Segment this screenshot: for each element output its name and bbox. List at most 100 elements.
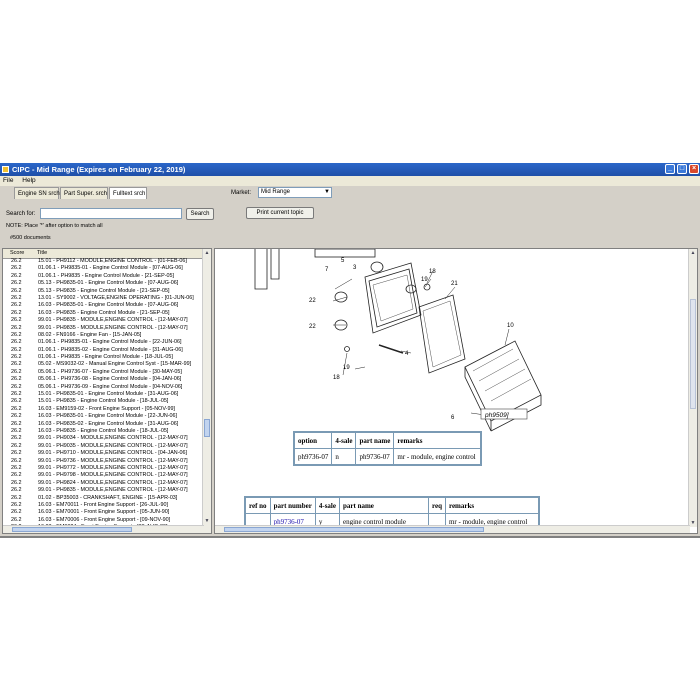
scroll-thumb[interactable] — [204, 419, 210, 437]
result-title: 01.02 - BP35003 - CRANKSHAFT, ENGINE - [… — [38, 494, 178, 501]
search-button[interactable]: Search — [186, 208, 214, 220]
scroll-up-icon[interactable]: ▲ — [203, 249, 211, 257]
list-item[interactable]: 26.2 16.03 - EM9159-02 - Front Engine Sup… — [3, 406, 202, 413]
minimize-button[interactable]: _ — [665, 164, 675, 174]
list-item[interactable]: 26.2 05.13 - PH9835 - Engine Control Modu… — [3, 288, 202, 295]
list-item[interactable]: 26.2 99.01 - PH9736 - MODULE,ENGINE CONTR… — [3, 458, 202, 465]
list-item[interactable]: 26.2 05.06.1 - PH9736-07 - Engine Control… — [3, 369, 202, 376]
list-item[interactable]: 26.2 01.06.1 - PH9835 - Engine Control Mo… — [3, 354, 202, 361]
list-item[interactable]: 26.2 99.01 - PH9824 - MODULE,ENGINE CONTR… — [3, 480, 202, 487]
callout-7: 7 — [325, 267, 329, 273]
print-topic-button[interactable]: Print current topic — [246, 207, 314, 219]
list-item[interactable]: 26.2 05.13 - PH9835-01 - Engine Control M… — [3, 280, 202, 287]
result-score: 26.2 — [11, 509, 22, 516]
list-item[interactable]: 26.2 15.01 - PH9835 - Engine Control Modu… — [3, 398, 202, 405]
result-score: 26.2 — [11, 383, 22, 390]
tab-part-super-search[interactable]: Part Super. srch — [60, 187, 108, 199]
result-title: 05.06.1 - PH9736-07 - Engine Control Mod… — [38, 368, 182, 375]
column-score[interactable]: Score — [10, 249, 24, 258]
bolt — [378, 344, 404, 354]
option-cell-remarks: mr - module, engine control — [393, 448, 482, 466]
result-title: 05.13 - PH9835 - Engine Control Module -… — [38, 287, 170, 294]
result-title: 05.02 - MS9032-02 - Manual Engine Contro… — [38, 361, 192, 368]
result-score: 26.2 — [11, 413, 22, 420]
parts-header-part-number: part number — [269, 496, 316, 514]
horizontal-scroll-thumb[interactable] — [12, 527, 132, 532]
option-table: option 4-sale part name remarks ph9736-0… — [293, 431, 483, 466]
module-frame-grid — [372, 274, 414, 322]
result-title: 16.03 - PH9835-02 - Engine Control Modul… — [38, 420, 179, 427]
list-item[interactable]: 26.2 16.03 - PH9835 - Engine Control Modu… — [3, 310, 202, 317]
result-title: 99.01 - PH9835 - MODULE,ENGINE CONTROL -… — [38, 324, 188, 331]
list-item[interactable]: 26.2 15.01 - PH9112 - MODULE,ENGINE CONTR… — [3, 258, 202, 265]
callout-18: 18 — [429, 269, 436, 275]
result-score: 26.2 — [11, 442, 22, 449]
gasket-inner — [422, 300, 462, 368]
close-button[interactable]: × — [689, 164, 699, 174]
result-title: 01.06.1 - PH9835-01 - Engine Control Mod… — [38, 339, 182, 346]
result-score: 26.2 — [11, 398, 22, 405]
list-item[interactable]: 26.2 16.03 - PH9835-01 - Engine Control M… — [3, 413, 202, 420]
tab-engine-sn-search[interactable]: Engine SN srch — [14, 187, 60, 199]
document-horizontal-scrollbar[interactable] — [215, 525, 690, 533]
list-item[interactable]: 26.2 99.01 - PH9710 - MODULE,ENGINE CONTR… — [3, 450, 202, 457]
scroll-down-icon[interactable]: ▼ — [203, 517, 211, 525]
list-item[interactable]: 26.2 99.01 - PH9835 - MODULE,ENGINE CONTR… — [3, 325, 202, 332]
list-item[interactable]: 26.2 99.01 - PH9772 - MODULE,ENGINE CONTR… — [3, 465, 202, 472]
list-item[interactable]: 26.2 99.01 - PH9035 - MODULE,ENGINE CONTR… — [3, 443, 202, 450]
result-score: 26.2 — [11, 302, 22, 309]
result-title: 99.01 - PH9710 - MODULE,ENGINE CONTROL -… — [38, 450, 187, 457]
menu-help[interactable]: Help — [22, 177, 35, 184]
doc-scroll-down-icon[interactable]: ▼ — [689, 519, 697, 527]
doc-scroll-thumb[interactable] — [690, 299, 696, 409]
doc-horizontal-scroll-thumb[interactable] — [224, 527, 484, 532]
document-vertical-scrollbar[interactable]: ▲ ▼ — [688, 249, 697, 527]
list-item[interactable]: 26.2 13.01 - SY9002 - VOLTAGE,ENGINE OPER… — [3, 295, 202, 302]
market-select[interactable]: Mid Range ▼ — [258, 187, 332, 198]
list-item[interactable]: 26.2 16.03 - PH9835 - Engine Control Modu… — [3, 428, 202, 435]
list-item[interactable]: 26.2 05.02 - MS9032-02 - Manual Engine Co… — [3, 361, 202, 368]
result-title: 13.01 - SY9002 - VOLTAGE,ENGINE OPERATIN… — [38, 294, 194, 301]
list-item[interactable]: 26.2 05.06.1 - PH9736-09 - Engine Control… — [3, 384, 202, 391]
tab-fulltext-search[interactable]: Fulltext srch — [109, 187, 147, 199]
list-item[interactable]: 26.2 16.03 - PH9835-02 - Engine Control M… — [3, 421, 202, 428]
result-score: 26.2 — [11, 457, 22, 464]
list-item[interactable]: 26.2 05.06.1 - PH9736-08 - Engine Control… — [3, 376, 202, 383]
result-title: 99.01 - PH9824 - MODULE,ENGINE CONTROL -… — [38, 479, 188, 486]
list-item[interactable]: 26.2 01.06.1 - PH9835 - Engine Control Mo… — [3, 273, 202, 280]
list-item[interactable]: 26.2 01.06.1 - PH9835-02 - Engine Control… — [3, 347, 202, 354]
list-item[interactable]: 26.2 99.01 - PH9835 - MODULE,ENGINE CONTR… — [3, 317, 202, 324]
results-horizontal-scrollbar[interactable] — [3, 525, 204, 533]
list-item[interactable]: 26.2 15.01 - PH9835-01 - Engine Control M… — [3, 391, 202, 398]
list-item[interactable]: 26.2 16.03 - EM70001 - Front Engine Suppo… — [3, 509, 202, 516]
callout-10: 10 — [507, 323, 514, 329]
isolator-mount-4 — [405, 284, 417, 294]
list-item[interactable]: 26.2 16.03 - EM70006 - Front Engine Suppo… — [3, 517, 202, 524]
list-item[interactable]: 26.2 08.02 - FN9166 - Engine Fan - [15-JA… — [3, 332, 202, 339]
list-item[interactable]: 26.2 99.01 - PH9835 - MODULE,ENGINE CONTR… — [3, 487, 202, 494]
list-item[interactable]: 26.2 01.02 - BP35003 - CRANKSHAFT, ENGINE… — [3, 495, 202, 502]
results-vertical-scrollbar[interactable]: ▲ ▼ — [202, 249, 211, 533]
list-item[interactable]: 26.2 16.03 - EM70011 - Front Engine Suppo… — [3, 502, 202, 509]
result-title: 15.01 - PH9112 - MODULE,ENGINE CONTROL -… — [38, 258, 187, 264]
maximize-button[interactable]: □ — [677, 164, 687, 174]
column-title[interactable]: Title — [37, 249, 47, 258]
leader-lines — [332, 270, 510, 416]
doc-scroll-up-icon[interactable]: ▲ — [689, 249, 697, 257]
result-score: 26.2 — [11, 361, 22, 368]
figure-label: ph9509] — [484, 412, 509, 419]
list-item[interactable]: 26.2 01.06.1 - PH9835-01 - Engine Control… — [3, 339, 202, 346]
result-score: 26.2 — [11, 317, 22, 324]
list-item[interactable]: 26.2 16.03 - PH9835-01 - Engine Control M… — [3, 302, 202, 309]
menu-file[interactable]: File — [3, 177, 13, 184]
result-title: 16.03 - EM70006 - Front Engine Support -… — [38, 516, 171, 523]
list-item[interactable]: 26.2 01.06.1 - PH9835-01 - Engine Control… — [3, 265, 202, 272]
list-item[interactable]: 26.2 99.01 - PH9034 - MODULE,ENGINE CONTR… — [3, 435, 202, 442]
search-input[interactable] — [40, 208, 182, 219]
document-view: 5 3 7 18 19 22 21 22 10 4 19 18 6 ph9509… — [214, 248, 698, 534]
list-item[interactable]: 26.2 99.01 - PH9798 - MODULE,ENGINE CONTR… — [3, 472, 202, 479]
result-title: 16.03 - EM70001 - Front Engine Support -… — [38, 509, 170, 516]
parts-header-ref-no: ref no — [244, 496, 271, 514]
result-score: 26.2 — [11, 258, 22, 264]
callout-5: 5 — [341, 258, 345, 264]
